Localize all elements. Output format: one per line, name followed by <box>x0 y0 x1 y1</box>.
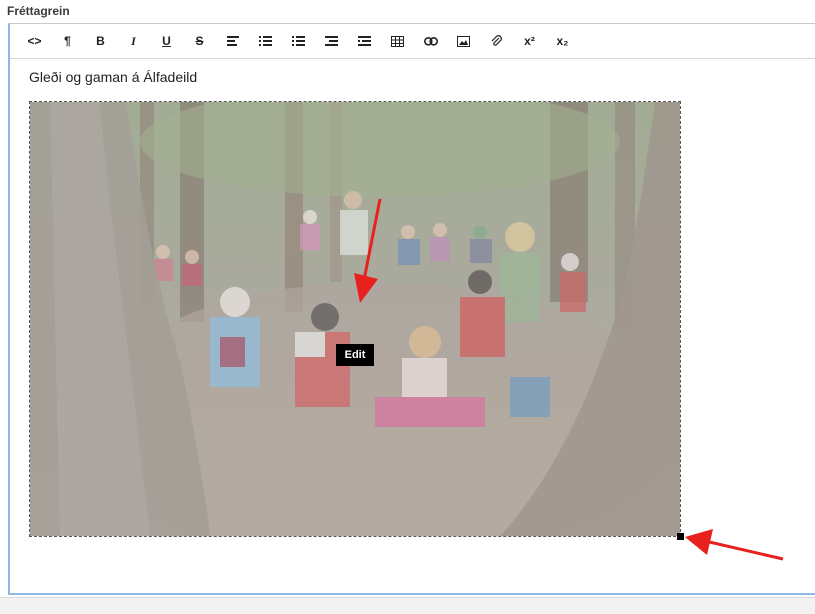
ordered-list-icon <box>292 36 305 46</box>
superscript-button[interactable]: x² <box>513 29 546 53</box>
align-button[interactable] <box>216 29 249 53</box>
unordered-list-button[interactable] <box>249 29 282 53</box>
image-icon <box>457 35 470 47</box>
subscript-button[interactable]: x₂ <box>546 29 579 53</box>
editor-bottom-bar <box>0 597 815 614</box>
editor-content[interactable]: Gleði og gaman á Álfadeild Edit <box>10 60 815 593</box>
underline-button[interactable]: U <box>150 29 183 53</box>
image-button[interactable] <box>447 29 480 53</box>
paperclip-icon <box>491 34 502 46</box>
source-code-button[interactable]: <> <box>18 29 51 53</box>
rich-text-editor[interactable]: <> ¶ B I U S x² x₂ Gleði og gaman á Álfa… <box>8 23 815 595</box>
article-headline[interactable]: Gleði og gaman á Álfadeild <box>29 69 197 85</box>
annotation-arrow-resize <box>685 529 784 561</box>
table-button[interactable] <box>381 29 414 53</box>
outdent-icon <box>325 36 338 46</box>
annotation-arrow-edit <box>354 198 382 303</box>
italic-button[interactable]: I <box>117 29 150 53</box>
link-button[interactable] <box>414 29 447 53</box>
bold-button[interactable]: B <box>84 29 117 53</box>
editor-toolbar: <> ¶ B I U S x² x₂ <box>10 24 815 59</box>
outdent-button[interactable] <box>315 29 348 53</box>
ordered-list-button[interactable] <box>282 29 315 53</box>
field-label: Fréttagrein <box>7 4 70 18</box>
strikethrough-button[interactable]: S <box>183 29 216 53</box>
table-icon <box>391 35 404 47</box>
paragraph-button[interactable]: ¶ <box>51 29 84 53</box>
indent-button[interactable] <box>348 29 381 53</box>
link-icon <box>423 36 438 46</box>
align-icon <box>226 36 239 46</box>
indent-icon <box>358 36 371 46</box>
embedded-photo[interactable] <box>29 101 681 537</box>
edit-tooltip[interactable]: Edit <box>336 344 374 366</box>
forest-class-photo <box>30 102 680 536</box>
unordered-list-icon <box>259 36 272 46</box>
attachment-button[interactable] <box>480 29 513 53</box>
